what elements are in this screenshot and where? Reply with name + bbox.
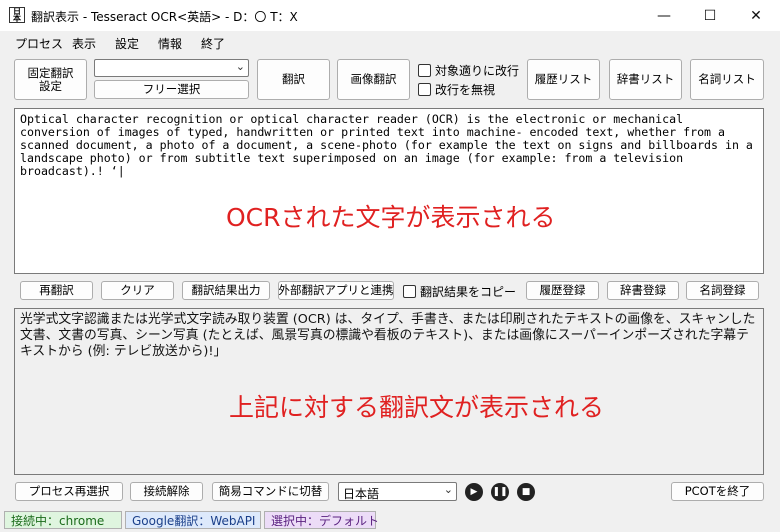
ocr-text-area[interactable]: Optical character recognition or optical…	[14, 108, 764, 274]
close-icon: ✕	[750, 7, 762, 24]
dictionary-list-button[interactable]: 辞書リスト	[609, 59, 682, 100]
ignore-line-break-checkbox[interactable]: 改行を無視	[418, 81, 495, 98]
app-icon: 日本	[9, 7, 25, 23]
translation-overlay-caption: 上記に対する翻訳文が表示される	[229, 393, 605, 422]
menu-exit[interactable]: 終了	[201, 35, 225, 52]
title-bar: 日本 翻訳表示 - Tesseract OCR<英語> - D：〇 T：X — …	[0, 0, 780, 31]
menu-bar: プロセス 表示 設定 情報 終了	[0, 31, 780, 53]
chevron-down-icon: ⌄	[235, 60, 245, 73]
translate-button[interactable]: 翻訳	[257, 59, 330, 100]
exit-pcot-button[interactable]: PCOTを終了	[671, 482, 764, 501]
status-bar: 接続中：chrome Google翻訳：WebAPI 選択中：デフォルト	[0, 509, 780, 532]
process-reselect-button[interactable]: プロセス再選択	[15, 482, 123, 501]
copy-result-checkbox[interactable]: 翻訳結果をコピー	[403, 283, 516, 300]
clear-button[interactable]: クリア	[101, 281, 174, 300]
retranslate-button[interactable]: 再翻訳	[20, 281, 93, 300]
line-break-label: 対象適りに改行	[435, 64, 520, 78]
image-translate-button[interactable]: 画像翻訳	[337, 59, 410, 100]
disconnect-button[interactable]: 接続解除	[130, 482, 203, 501]
menu-view[interactable]: 表示	[72, 35, 96, 52]
status-google-translate: Google翻訳：WebAPI	[125, 511, 261, 529]
fixed-translation-label-1: 固定翻訳	[27, 65, 74, 80]
history-register-button[interactable]: 履歴登録	[526, 281, 599, 300]
ignore-line-break-label: 改行を無視	[435, 83, 496, 97]
copy-result-label: 翻訳結果をコピー	[420, 285, 517, 299]
noun-register-button[interactable]: 名詞登録	[686, 281, 759, 300]
noun-list-button[interactable]: 名詞リスト	[690, 59, 764, 100]
language-select-value: 日本語	[343, 487, 380, 501]
menu-info[interactable]: 情報	[158, 35, 182, 52]
external-app-button[interactable]: 外部翻訳アプリと連携	[278, 281, 394, 300]
minimize-icon: —	[657, 7, 671, 24]
history-list-button[interactable]: 履歴リスト	[527, 59, 600, 100]
pause-icon[interactable]: ❚❚	[491, 483, 509, 501]
fixed-translation-settings-button[interactable]: 固定翻訳 設定	[14, 59, 87, 100]
ocr-overlay-caption: OCRされた文字が表示される	[226, 203, 556, 232]
close-button[interactable]: ✕	[733, 0, 779, 31]
menu-settings[interactable]: 設定	[115, 35, 139, 52]
dictionary-register-button[interactable]: 辞書登録	[607, 281, 679, 300]
free-select-button[interactable]: フリー選択	[94, 80, 249, 99]
target-dropdown[interactable]: ⌄	[94, 59, 249, 77]
chevron-down-icon: ⌄	[443, 483, 453, 496]
status-connection: 接続中：chrome	[4, 511, 122, 529]
line-break-checkbox[interactable]: 対象適りに改行	[418, 62, 519, 79]
checkbox-box	[418, 83, 431, 96]
status-selection: 選択中：デフォルト	[264, 511, 379, 529]
translation-text-area[interactable]: 光学式文字認識または光学式文字読み取り装置 (OCR) は、タイプ、手書き、また…	[14, 308, 764, 475]
checkbox-box	[418, 64, 431, 77]
window-title: 翻訳表示 - Tesseract OCR<英語> - D：〇 T：X	[31, 10, 298, 24]
play-icon[interactable]: ▶	[465, 483, 483, 501]
maximize-button[interactable]: ☐	[687, 0, 733, 31]
minimize-button[interactable]: —	[641, 0, 687, 31]
translation-text: 光学式文字認識または光学式文字読み取り装置 (OCR) は、タイプ、手書き、また…	[20, 312, 756, 359]
fixed-translation-label-2: 設定	[39, 78, 62, 93]
maximize-icon: ☐	[703, 7, 717, 24]
export-result-button[interactable]: 翻訳結果出力	[182, 281, 270, 300]
ocr-text: Optical character recognition or optical…	[20, 112, 753, 178]
language-select[interactable]: 日本語 ⌄	[338, 482, 457, 501]
simple-command-button[interactable]: 簡易コマンドに切替	[212, 482, 329, 501]
checkbox-box	[403, 285, 416, 298]
menu-process[interactable]: プロセス	[15, 35, 63, 52]
stop-icon[interactable]: ■	[517, 483, 535, 501]
